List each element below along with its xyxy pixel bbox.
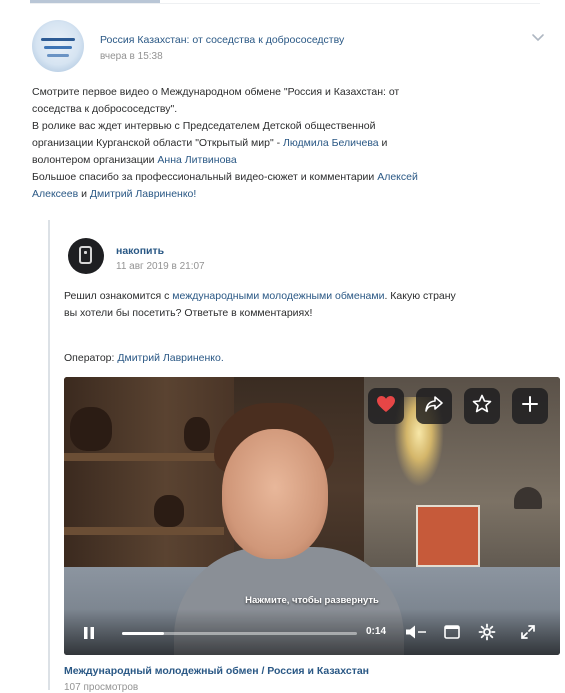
share-arrow-icon	[424, 395, 444, 418]
plus-icon	[521, 395, 539, 418]
reposted-post: накопить 11 авг 2019 в 21:07 Решил ознак…	[48, 220, 560, 693]
add-video-button[interactable]	[512, 388, 548, 424]
operator-credit: Оператор: Дмитрий Лавриненко.	[64, 352, 224, 364]
window-icon	[443, 625, 461, 644]
repost-date[interactable]: 11 авг 2019 в 21:07	[116, 261, 205, 272]
expand-arrows-icon	[519, 625, 537, 645]
post-text-line: Смотрите первое видео о Международном об…	[32, 86, 400, 98]
volume-icon	[404, 625, 428, 645]
post-text-line: Большое спасибо за профессиональный виде…	[32, 171, 418, 183]
mention-link-alexey[interactable]: Алексей	[377, 171, 418, 183]
post-header: Россия Казахстан: от соседства к добросо…	[32, 14, 557, 74]
mention-link-belicheva[interactable]: Людмила Беличева	[283, 137, 379, 149]
gear-icon	[478, 623, 496, 645]
video-title-link[interactable]: Международный молодежный обмен / Россия …	[64, 665, 369, 677]
star-icon	[472, 394, 492, 418]
repost-author-link[interactable]: накопить	[116, 245, 164, 257]
top-divider	[30, 3, 540, 4]
chevron-down-icon[interactable]	[529, 30, 547, 44]
expand-hint[interactable]: Нажмите, чтобы развернуть	[64, 595, 560, 606]
progress-fill	[122, 632, 165, 635]
post-text-line: соседства к добрососедству".	[32, 103, 178, 115]
community-avatar[interactable]	[32, 20, 84, 72]
share-button[interactable]	[416, 388, 452, 424]
heart-icon	[376, 395, 396, 418]
settings-button[interactable]	[478, 623, 496, 646]
video-player[interactable]: Нажмите, чтобы развернуть 0:14	[64, 377, 560, 655]
volume-button[interactable]	[404, 623, 428, 646]
miniplayer-button[interactable]	[443, 624, 461, 645]
mention-link-lavrinenko[interactable]: Дмитрий Лавриненко!	[90, 188, 196, 200]
mention-link-litvinova[interactable]: Анна Литвинова	[157, 154, 236, 166]
pause-button[interactable]	[82, 625, 96, 646]
bookmark-button[interactable]	[464, 388, 500, 424]
post-text-line: Алексеев и Дмитрий Лавриненко!	[32, 188, 197, 200]
post-author-link[interactable]: Россия Казахстан: от соседства к добросо…	[100, 34, 344, 46]
post-text-line: организации Курганской области "Открытый…	[32, 137, 388, 149]
repost-text-line: Решил ознакомится с международными молод…	[64, 290, 456, 302]
post-text-line: В ролике вас ждет интервью с Председател…	[32, 120, 376, 132]
pause-icon	[82, 627, 96, 645]
like-button[interactable]	[368, 388, 404, 424]
post-text: Смотрите первое видео о Международном об…	[32, 84, 532, 203]
post-date[interactable]: вчера в 15:38	[100, 51, 163, 62]
repost-author-avatar[interactable]	[68, 238, 104, 274]
exchanges-link[interactable]: международными молодежными обменами	[172, 290, 384, 302]
mention-link-alekseev[interactable]: Алексеев	[32, 188, 78, 200]
video-time: 0:14	[366, 626, 387, 637]
progress-bar[interactable]	[122, 632, 357, 635]
wall-post: Россия Казахстан: от соседства к добросо…	[32, 14, 560, 693]
operator-link[interactable]: Дмитрий Лавриненко.	[117, 352, 223, 364]
post-text-line: волонтером организации Анна Литвинова	[32, 154, 237, 166]
fullscreen-button[interactable]	[519, 623, 537, 646]
repost-text: Решил ознакомится с международными молод…	[64, 288, 554, 322]
video-controls: 0:14	[64, 609, 560, 655]
repost-text-line: вы хотели бы посетить? Ответьте в коммен…	[64, 307, 313, 319]
